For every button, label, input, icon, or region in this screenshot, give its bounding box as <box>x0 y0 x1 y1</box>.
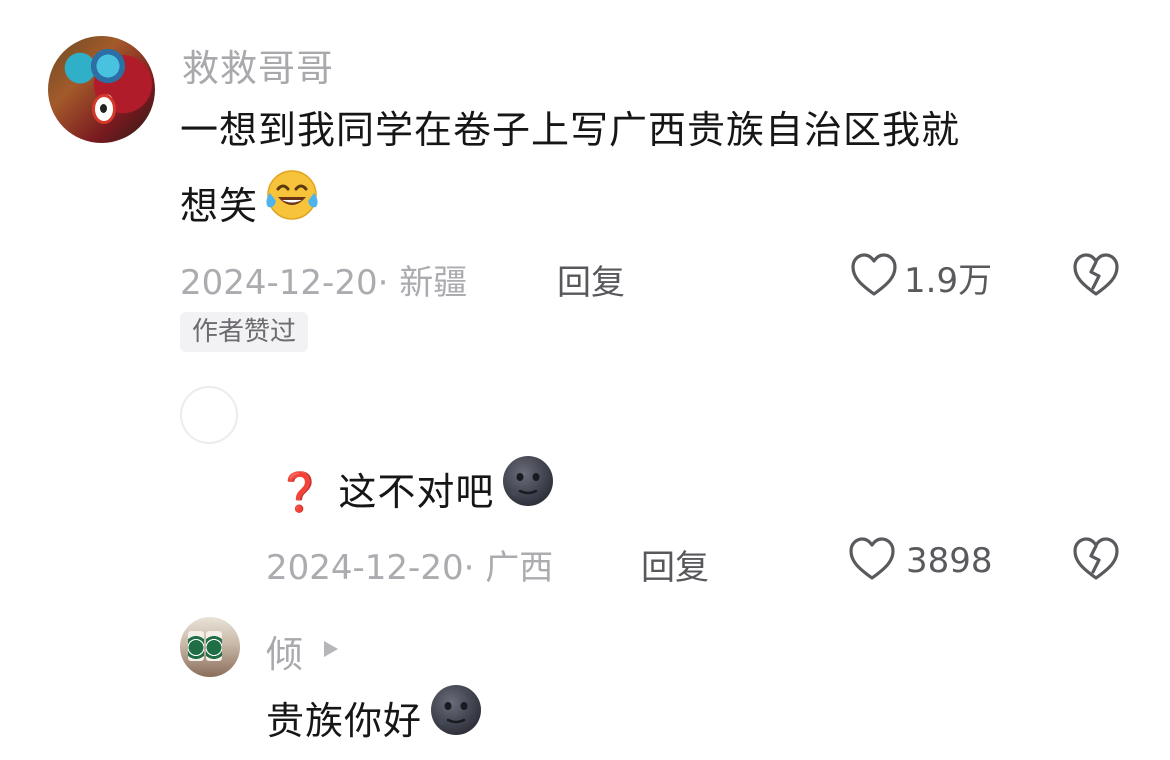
broken-heart-icon <box>1072 537 1120 586</box>
comment-like-button[interactable]: 1.9万 <box>850 252 992 302</box>
comment-text-line2-wrap: 想笑 <box>180 167 320 245</box>
reply1-like-button[interactable]: 3898 <box>848 536 993 586</box>
reply2-username[interactable]: 倾 <box>266 624 304 678</box>
comment-dislike-button[interactable] <box>1072 252 1120 302</box>
reply1-location: · 广西 <box>463 548 554 588</box>
question-mark-icon: ❓ <box>276 470 325 514</box>
reply2-text: 贵族你好 <box>266 699 423 743</box>
author-liked-badge: 作者赞过 <box>180 312 309 352</box>
reply1-avatar[interactable] <box>180 386 238 444</box>
play-arrow-icon <box>322 639 340 663</box>
comment-username[interactable]: 救救哥哥 <box>182 38 334 92</box>
comment-date: 2024-12-20 <box>180 263 378 303</box>
reply2-content: 贵族你好 <box>266 682 484 760</box>
reply2-avatar[interactable] <box>180 617 240 677</box>
reply1-like-count: 3898 <box>906 541 993 581</box>
reply2-header: 倾 <box>266 624 340 678</box>
reply1-date: 2024-12-20 <box>266 548 464 588</box>
broken-heart-icon <box>1072 253 1120 302</box>
reply1-content: ❓ 这不对吧 <box>276 453 556 531</box>
reply1-reply-button[interactable]: 回复 <box>641 540 709 589</box>
comment-meta: 2024-12-20· 新疆 <box>180 255 467 304</box>
reply1-meta: 2024-12-20· 广西 <box>266 540 553 589</box>
tears-of-joy-icon <box>264 167 320 245</box>
reply1-dislike-button[interactable] <box>1072 536 1120 586</box>
comment-location: · 新疆 <box>377 263 468 303</box>
comment-reply-button[interactable]: 回复 <box>557 255 625 304</box>
heart-icon <box>850 252 898 302</box>
reply1-text: 这不对吧 <box>338 470 495 514</box>
new-moon-face-icon <box>428 682 484 760</box>
comment-text-line2: 想笑 <box>180 184 259 228</box>
comment-like-count: 1.9万 <box>904 260 993 301</box>
heart-icon <box>848 536 896 586</box>
commenter-avatar[interactable] <box>48 36 155 143</box>
comment-text-line1: 一想到我同学在卷子上写广西贵族自治区我就 <box>180 108 961 152</box>
new-moon-face-icon <box>500 453 556 531</box>
